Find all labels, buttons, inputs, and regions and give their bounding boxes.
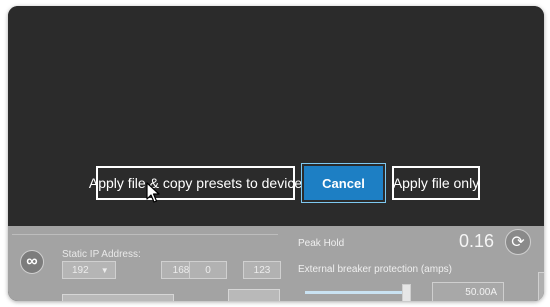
breaker-protection-label: External breaker protection (amps) [298, 264, 452, 275]
infinity-icon[interactable]: ∞ [20, 250, 44, 274]
breaker-amps-field[interactable]: 50.00A [432, 282, 504, 301]
device-settings-panel: ∞ Static IP Address: 192 ▼ 168 0 123 Pea… [8, 226, 544, 301]
side-control[interactable] [538, 272, 544, 301]
chevron-down-icon: ▼ [100, 265, 109, 275]
breaker-slider-thumb[interactable] [402, 284, 411, 301]
refresh-icon[interactable]: ⟳ [505, 229, 531, 255]
ip-octet-1-select[interactable]: 192 ▼ [62, 261, 116, 279]
app-window: Apply file & copy presets to device Canc… [8, 6, 544, 301]
bottom-field[interactable] [62, 294, 174, 301]
section-divider [12, 234, 278, 235]
static-ip-label: Static IP Address: [62, 249, 141, 260]
mouse-cursor-icon [146, 182, 160, 203]
ip-octet-1-value: 192 [72, 264, 89, 276]
confirmation-dialog: Apply file & copy presets to device Canc… [8, 6, 544, 226]
apply-file-only-button[interactable]: Apply file only [392, 166, 480, 200]
bottom-button[interactable] [228, 289, 280, 301]
breaker-slider-track[interactable] [305, 291, 405, 294]
ip-octet-4-field[interactable]: 123 [243, 261, 281, 279]
apply-file-copy-presets-button[interactable]: Apply file & copy presets to device [89, 166, 302, 200]
peak-hold-label: Peak Hold [298, 238, 345, 249]
cancel-button[interactable]: Cancel [304, 166, 383, 200]
ip-octet-3-field[interactable]: 0 [189, 261, 227, 279]
peak-hold-value: 0.16 [459, 231, 495, 251]
